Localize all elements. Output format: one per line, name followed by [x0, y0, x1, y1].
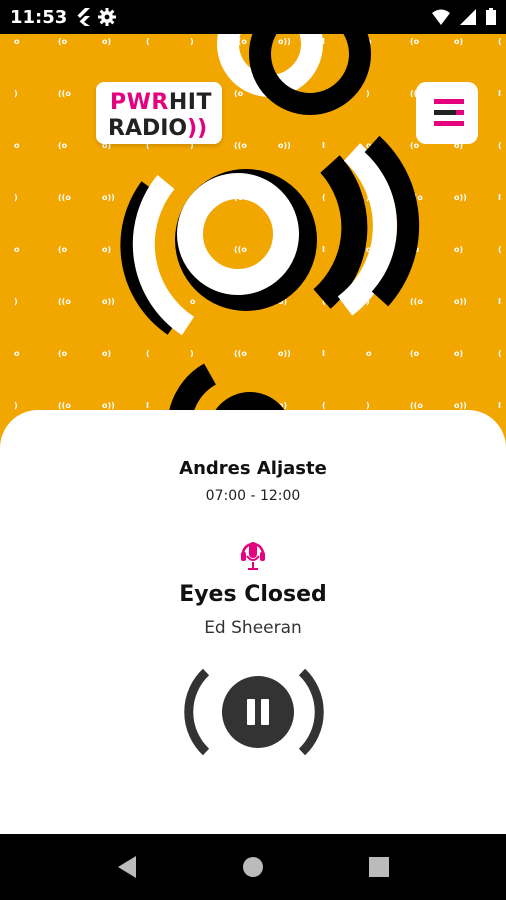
pattern-glyph: I — [322, 349, 325, 358]
pattern-glyph: o)) — [102, 297, 115, 306]
pattern-glyph: ( — [498, 349, 502, 358]
pattern-glyph: ) — [190, 37, 194, 46]
song-artist: Ed Sheeran — [204, 618, 302, 638]
pattern-glyph: (o — [58, 141, 68, 150]
pattern-glyph: ((o — [410, 401, 423, 410]
pattern-glyph: (o — [410, 37, 420, 46]
pattern-glyph: ((o — [234, 245, 247, 254]
pattern-glyph: I — [146, 401, 149, 410]
logo-brand-text: PWR — [110, 90, 169, 115]
pause-button[interactable] — [222, 676, 294, 748]
cell-signal-icon — [460, 8, 476, 25]
logo-hit-text: HIT — [168, 90, 212, 115]
pattern-glyph: ) — [190, 349, 194, 358]
pattern-glyph: o) — [454, 349, 463, 358]
status-bar: 11:53 — [0, 0, 506, 34]
microphone-headset-icon — [241, 542, 265, 570]
pattern-glyph: o)) — [278, 141, 291, 150]
pattern-glyph: I — [498, 401, 501, 410]
menu-button[interactable] — [416, 82, 478, 144]
flutter-icon — [77, 8, 90, 26]
pattern-glyph: ((o — [234, 349, 247, 358]
pattern-glyph: o) — [102, 349, 111, 358]
pattern-glyph: ((o — [58, 401, 71, 410]
recent-apps-icon[interactable] — [364, 852, 394, 882]
pattern-glyph: ) — [14, 89, 18, 98]
pattern-glyph: ((o — [58, 297, 71, 306]
pattern-glyph: ((o — [410, 297, 423, 306]
pattern-glyph: ((o — [234, 141, 247, 150]
pattern-glyph: (o — [234, 89, 244, 98]
status-time: 11:53 — [10, 7, 68, 28]
pwr-hit-radio-logo: PWRHIT RADIO)) — [96, 82, 222, 144]
back-icon[interactable] — [112, 852, 142, 882]
pattern-glyph: (o — [58, 245, 68, 254]
pattern-glyph: o) — [454, 245, 463, 254]
pattern-glyph: I — [322, 245, 325, 254]
pattern-glyph: o — [190, 297, 196, 306]
home-icon[interactable] — [238, 852, 268, 882]
pattern-glyph: ) — [366, 89, 370, 98]
playback-control — [184, 666, 324, 758]
pattern-glyph: ) — [14, 297, 18, 306]
logo-radio-text: RADIO — [108, 116, 188, 141]
host-name: Andres Aljaste — [179, 458, 327, 479]
pattern-glyph: (o — [410, 349, 420, 358]
pattern-glyph: o)) — [278, 349, 291, 358]
pattern-glyph: ( — [322, 401, 326, 410]
pattern-glyph: ( — [146, 37, 150, 46]
pattern-glyph: I — [498, 193, 501, 202]
pattern-glyph: ( — [498, 141, 502, 150]
pattern-glyph: o — [14, 37, 20, 46]
pattern-glyph: o)) — [278, 37, 291, 46]
pattern-glyph: I — [322, 141, 325, 150]
pattern-glyph: ((o — [58, 193, 71, 202]
pattern-glyph: o)) — [454, 401, 467, 410]
pattern-glyph: ) — [14, 193, 18, 202]
wifi-icon — [432, 9, 450, 25]
pattern-glyph: o — [14, 245, 20, 254]
pattern-glyph: o)) — [102, 193, 115, 202]
battery-icon — [486, 8, 496, 25]
pattern-glyph: o) — [102, 37, 111, 46]
pattern-glyph: o — [14, 141, 20, 150]
settings-gear-icon — [98, 8, 116, 26]
navigation-bar — [0, 834, 506, 900]
pause-icon — [247, 699, 269, 725]
pattern-glyph: o)) — [454, 297, 467, 306]
pattern-glyph: ( — [498, 245, 502, 254]
hero-banner: o(oo)()((oo))Io(oo)()((oo))Io(oo)()((oo)… — [0, 34, 506, 464]
pattern-glyph: ( — [322, 193, 326, 202]
pattern-glyph: o) — [102, 245, 111, 254]
pattern-glyph: ) — [366, 401, 370, 410]
pattern-glyph: ) — [14, 401, 18, 410]
pattern-glyph: o)) — [102, 401, 115, 410]
pattern-glyph: o) — [454, 37, 463, 46]
song-title: Eyes Closed — [179, 582, 327, 607]
pattern-glyph: (o — [58, 37, 68, 46]
logo-waves-text: )) — [187, 116, 208, 141]
pattern-glyph: (o — [58, 349, 68, 358]
now-playing-card: Andres Aljaste 07:00 - 12:00 Eyes Closed… — [0, 410, 506, 834]
pattern-glyph: ( — [146, 349, 150, 358]
pattern-glyph: o — [366, 349, 372, 358]
pattern-glyph: I — [498, 297, 501, 306]
pattern-glyph: o — [14, 349, 20, 358]
pattern-glyph: I — [498, 89, 501, 98]
pattern-glyph: ((o — [58, 89, 71, 98]
pattern-glyph: ( — [498, 37, 502, 46]
hamburger-menu-icon — [434, 99, 464, 126]
show-time-slot: 07:00 - 12:00 — [205, 488, 301, 504]
pattern-glyph: o)) — [454, 193, 467, 202]
